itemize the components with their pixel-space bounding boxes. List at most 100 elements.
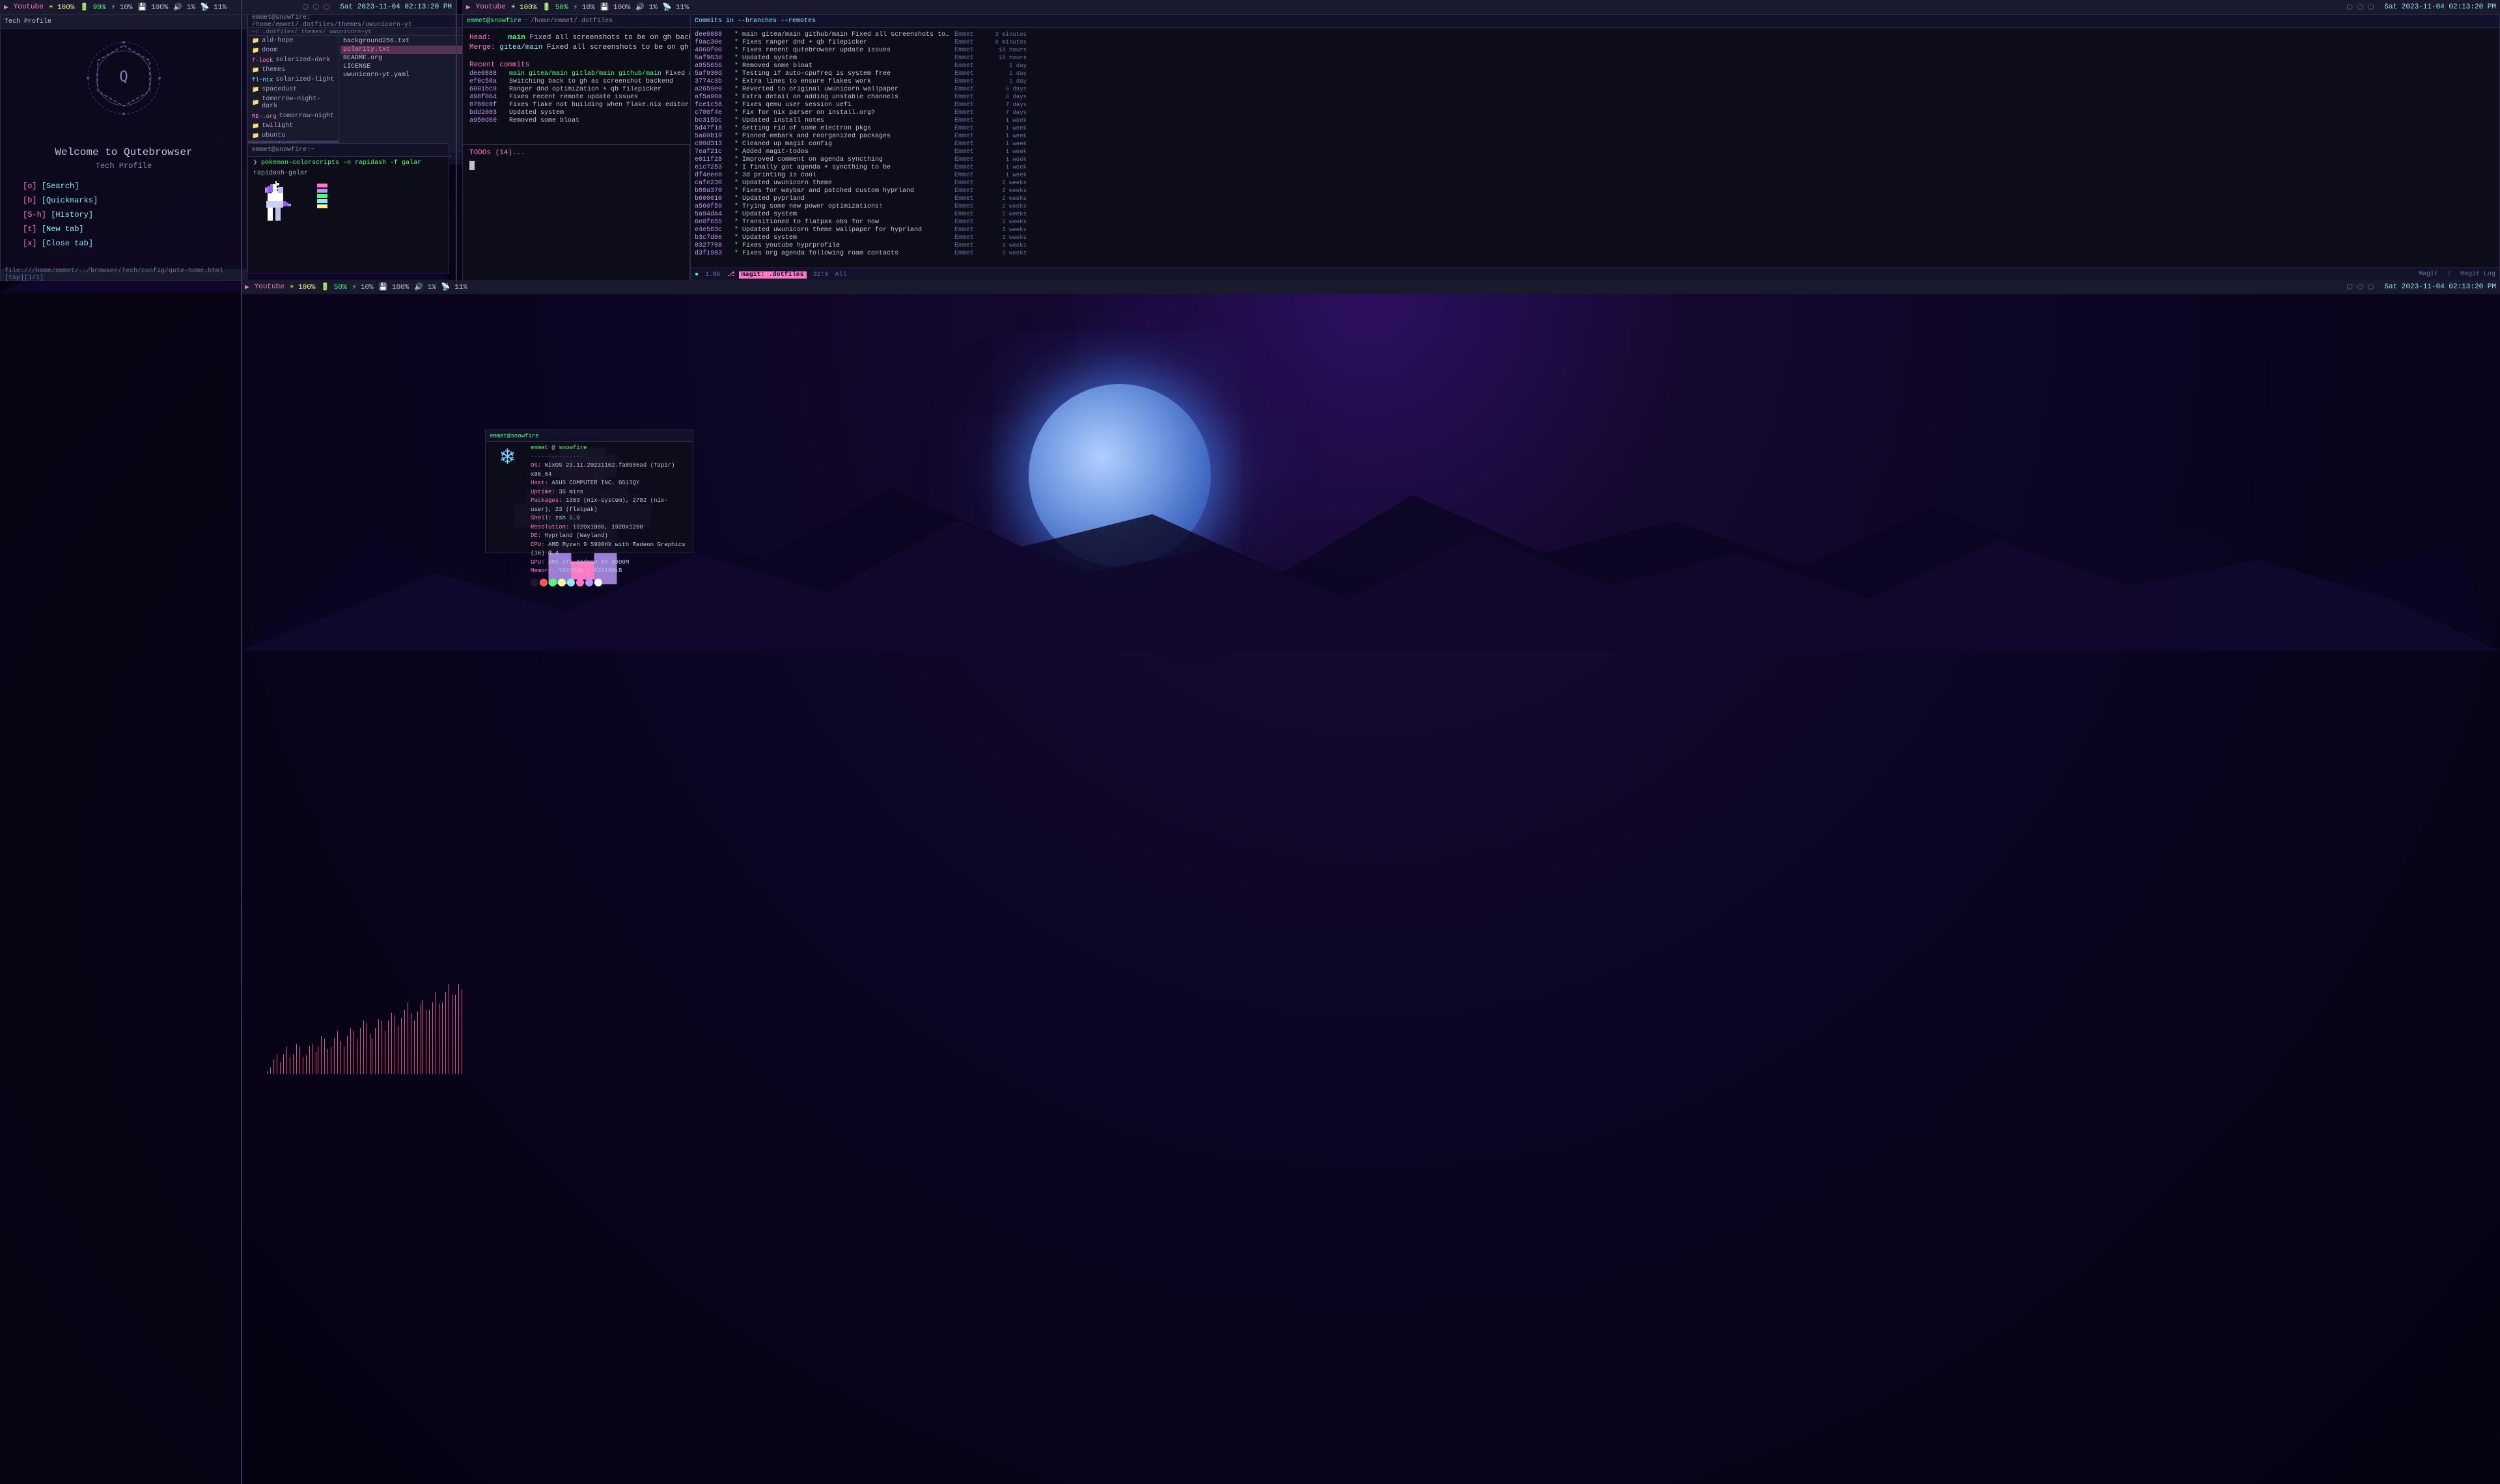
neo-color-1 — [531, 579, 538, 586]
qute-tab-title: Tech Profile — [5, 18, 51, 25]
magit-log-item: df4eee8 * 3d printing is cool Emmet 1 we… — [695, 172, 2495, 179]
vis-bar — [391, 1013, 392, 1074]
mem-left: 💾 100% — [138, 3, 169, 12]
neo-info: emmet @ snowfire --------------- OS: Nix… — [531, 444, 689, 586]
vis-bar — [329, 1052, 330, 1074]
neo-shell: Shell: zsh 5.9 — [531, 514, 689, 523]
vis-bar — [270, 1067, 271, 1074]
vis-bar — [347, 1036, 348, 1074]
cursor-block — [469, 161, 475, 170]
monitor-divider-left — [241, 0, 242, 1484]
qute-menu-history[interactable]: [S-h] [History] — [20, 209, 227, 221]
magit-log-item: a560f59 * Trying some new power optimiza… — [695, 203, 2495, 210]
vis-bar — [314, 1049, 315, 1074]
magit-log-item: e011f28 * Improved comment on agenda syn… — [695, 156, 2495, 163]
vis-bar — [377, 1023, 378, 1074]
magit-log-item: 5a94da4 * Updated system Emmet 2 weeks — [695, 211, 2495, 218]
vis-bar — [460, 980, 461, 1074]
vis-bar — [380, 1015, 381, 1074]
modeline-dot: ● — [695, 271, 699, 279]
magit-log-item: d3f1983 * Fixes org agenda following roa… — [695, 250, 2495, 257]
magit-log-item: 5a60b19 * Pinned embark and reorganized … — [695, 133, 2495, 140]
vis-bar — [416, 1015, 417, 1074]
vis-bar — [306, 1055, 307, 1074]
fm-item-flock[interactable]: f-locksolarized-dark — [248, 55, 339, 65]
fm-header-text: emmet@snowfire: /home/emmet/.dotfiles/th… — [252, 14, 464, 29]
magit-log-item: 3774c3b * Extra lines to ensure flakes w… — [695, 78, 2495, 85]
neo-content: ❄ emmet @ snowfire --------------- OS: N… — [486, 442, 693, 588]
vis-bar — [360, 1028, 361, 1074]
vis-bar — [342, 1044, 343, 1074]
magit-panel: Commits in --branches --remotes dee0888 … — [690, 14, 2500, 281]
fm-item-twilight[interactable]: 📁twilight — [248, 121, 339, 131]
neo-nixos-logo: ❄ — [490, 444, 525, 586]
neo-os: OS: NixOS 23.11.20231102.fa8986ad (Tapir… — [531, 461, 689, 479]
poke-command-line: ❯ pokemon-colorscripts -n rapidash -f ga… — [248, 157, 449, 169]
qute-menu-quickmarks[interactable]: [b] [Quickmarks] — [20, 195, 227, 206]
datetime-left: Sat 2023-11-04 02:13:20 PM — [340, 3, 452, 11]
datetime-bottom: Sat 2023-11-04 02:13:20 PM — [2384, 283, 2496, 291]
app-name-right: Youtube — [476, 3, 506, 11]
vis-bar — [404, 1010, 405, 1074]
vis-bar — [336, 1035, 337, 1074]
fm-file-readme[interactable]: README.org — [340, 54, 467, 62]
neo-de: DE: Hyprland (Wayland) — [531, 532, 689, 541]
vis-bar — [327, 1049, 328, 1074]
vis-bar — [280, 1062, 281, 1074]
fm-item-reorg[interactable]: RE-.orgtomorrow-night — [248, 111, 339, 121]
fm-item-flnix[interactable]: fl-nixsolarized-light — [248, 75, 339, 85]
poke-name: rapidash-galar — [253, 170, 308, 177]
vis-bar — [445, 992, 446, 1074]
fm-item-tomorrow-dark[interactable]: 📁tomorrow-night-dark — [248, 94, 339, 111]
fm-file-polarity[interactable]: polarity.txt — [340, 46, 467, 54]
neofetch-panel: emmet@snowfire ❄ emmet @ snowfire ------… — [485, 430, 693, 553]
vis-bar — [363, 1021, 364, 1074]
qute-menu-closetab[interactable]: [x] [Close tab] — [20, 238, 227, 249]
fm-item-doom[interactable]: 📁doom — [248, 46, 339, 55]
poke-prompt: ❯ — [253, 159, 261, 167]
magit-log-item: e1c7253 * I finally got agenda + syncthi… — [695, 164, 2495, 171]
magit-log-item: dee0888 * main gitea/main github/main Fi… — [695, 31, 2495, 38]
vis-bar — [334, 1038, 335, 1074]
cpu-bottom: ⚡ 10% — [352, 282, 374, 292]
fm-item-ubuntu[interactable]: 📁ubuntu — [248, 131, 339, 141]
network-bottom: 📡 11% — [441, 282, 467, 292]
svg-text:Q: Q — [119, 69, 128, 85]
poke-sprite-area — [248, 178, 449, 245]
qute-menu-newtab[interactable]: [t] [New tab] — [20, 223, 227, 235]
poke-header-title: emmet@snowfire:~ — [252, 146, 314, 154]
vis-bar — [414, 1021, 415, 1074]
vis-bar — [272, 1065, 273, 1074]
fm-file-license[interactable]: LICENSE — [340, 62, 467, 71]
vis-bar — [429, 1010, 430, 1074]
vis-bar — [419, 1008, 420, 1074]
git-header-title: emmet@snowfire — [467, 18, 521, 25]
magit-footer-left: ● 1.0k ⎇ magit: .dotfiles 32:0 All — [695, 271, 847, 279]
vis-bar — [444, 997, 445, 1074]
fm-item-spacedust[interactable]: 📁spacedust — [248, 85, 339, 94]
fm-file-uwunicorn-yaml[interactable]: uwunicorn-yt.yaml — [340, 71, 467, 79]
battery-right: 🔋 50% — [542, 3, 568, 12]
vis-bar — [324, 1039, 325, 1074]
vis-bar — [298, 1041, 299, 1074]
git-header-path: /home/emmet/.dotfiles — [531, 18, 613, 25]
fm-file-bg256[interactable]: background256.txt — [340, 37, 467, 46]
magit-log-item: 0327708 * Fixes youtube hyprprofile Emme… — [695, 242, 2495, 249]
qute-menu-search[interactable]: [o] [Search] — [20, 180, 227, 192]
neo-header: emmet@snowfire — [486, 430, 693, 442]
vis-bar — [349, 1034, 350, 1074]
magit-log-item: a2659e0 * Reverted to original uwunicorn… — [695, 86, 2495, 93]
vis-bar — [308, 1051, 309, 1074]
vis-bar — [340, 1041, 341, 1074]
vis-bar — [388, 1021, 389, 1074]
neo-color-6 — [576, 579, 584, 586]
statusbar-right: ▶ Youtube ☀ 100% 🔋 50% ⚡ 10% 💾 100% 🔊 1%… — [462, 0, 2500, 14]
magit-right-label: Magit — [2419, 271, 2438, 278]
fm-item-aldhope[interactable]: 📁ald-hope — [248, 36, 339, 46]
vis-bar — [401, 1018, 402, 1074]
fm-right-panel: background256.txt polarity.txt README.or… — [339, 36, 468, 152]
fm-item-themes[interactable]: 📁themes — [248, 65, 339, 75]
app-name-left: Youtube — [14, 3, 44, 11]
poke-color-palette — [317, 184, 327, 208]
cpu-left: ⚡ 10% — [111, 3, 133, 12]
